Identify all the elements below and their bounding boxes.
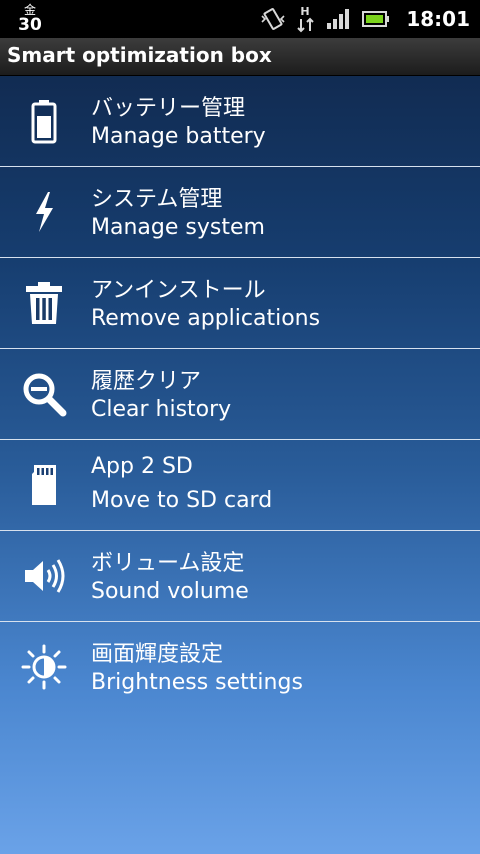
signal-icon [327, 9, 350, 29]
page-title: Smart optimization box [7, 43, 272, 67]
menu-item-title-en: Sound volume [91, 579, 249, 604]
menu-item-brightness-settings[interactable]: 画面輝度設定 Brightness settings [0, 622, 480, 712]
menu-item-title-jp: 履歴クリア [91, 369, 202, 394]
menu-list: バッテリー管理 Manage battery システム管理 Manage sys… [0, 76, 480, 712]
menu-item-title-en: Remove applications [91, 306, 321, 331]
menu-item-title-en: Manage system [91, 215, 265, 240]
speaker-icon [20, 552, 68, 600]
magnifier-minus-icon [20, 370, 68, 418]
clock: 18:01 [406, 7, 470, 31]
battery-icon [20, 97, 68, 145]
vibrate-icon [261, 8, 285, 30]
menu-item-app-2-sd[interactable]: App 2 SD Move to SD card [0, 440, 480, 531]
menu-item-sound-volume[interactable]: ボリューム設定 Sound volume [0, 531, 480, 622]
menu-item-title-en: Move to SD card [91, 488, 273, 513]
status-bar: 金 30 H 18:01 [0, 0, 480, 38]
menu-item-title-jp: バッテリー管理 [91, 96, 246, 121]
trash-icon [20, 279, 68, 327]
menu-item-title-en: Clear history [91, 397, 232, 422]
menu-item-title-jp: 画面輝度設定 [91, 642, 224, 667]
menu-item-title-en: Brightness settings [91, 670, 303, 695]
menu-item-manage-system[interactable]: システム管理 Manage system [0, 167, 480, 258]
data-arrows-icon: H [296, 5, 316, 33]
menu-item-title-jp: ボリューム設定 [91, 551, 245, 576]
menu-item-clear-history[interactable]: 履歴クリア Clear history [0, 349, 480, 440]
lightning-icon [20, 188, 68, 236]
menu-item-manage-battery[interactable]: バッテリー管理 Manage battery [0, 76, 480, 167]
menu-item-title-jp: App 2 SD [91, 454, 193, 479]
menu-item-remove-applications[interactable]: アンインストール Remove applications [0, 258, 480, 349]
menu-item-title-en: Manage battery [91, 124, 266, 149]
sd-card-icon [20, 461, 68, 509]
brightness-icon [20, 643, 68, 691]
battery-icon [362, 11, 390, 27]
calendar-day: 30 [18, 15, 42, 35]
status-icons: H 18:01 [260, 0, 470, 38]
app-title-bar: Smart optimization box [0, 38, 480, 76]
calendar-icon: 金 30 [16, 2, 44, 36]
menu-item-title-jp: アンインストール [91, 278, 266, 303]
menu-item-title-jp: システム管理 [91, 187, 223, 212]
